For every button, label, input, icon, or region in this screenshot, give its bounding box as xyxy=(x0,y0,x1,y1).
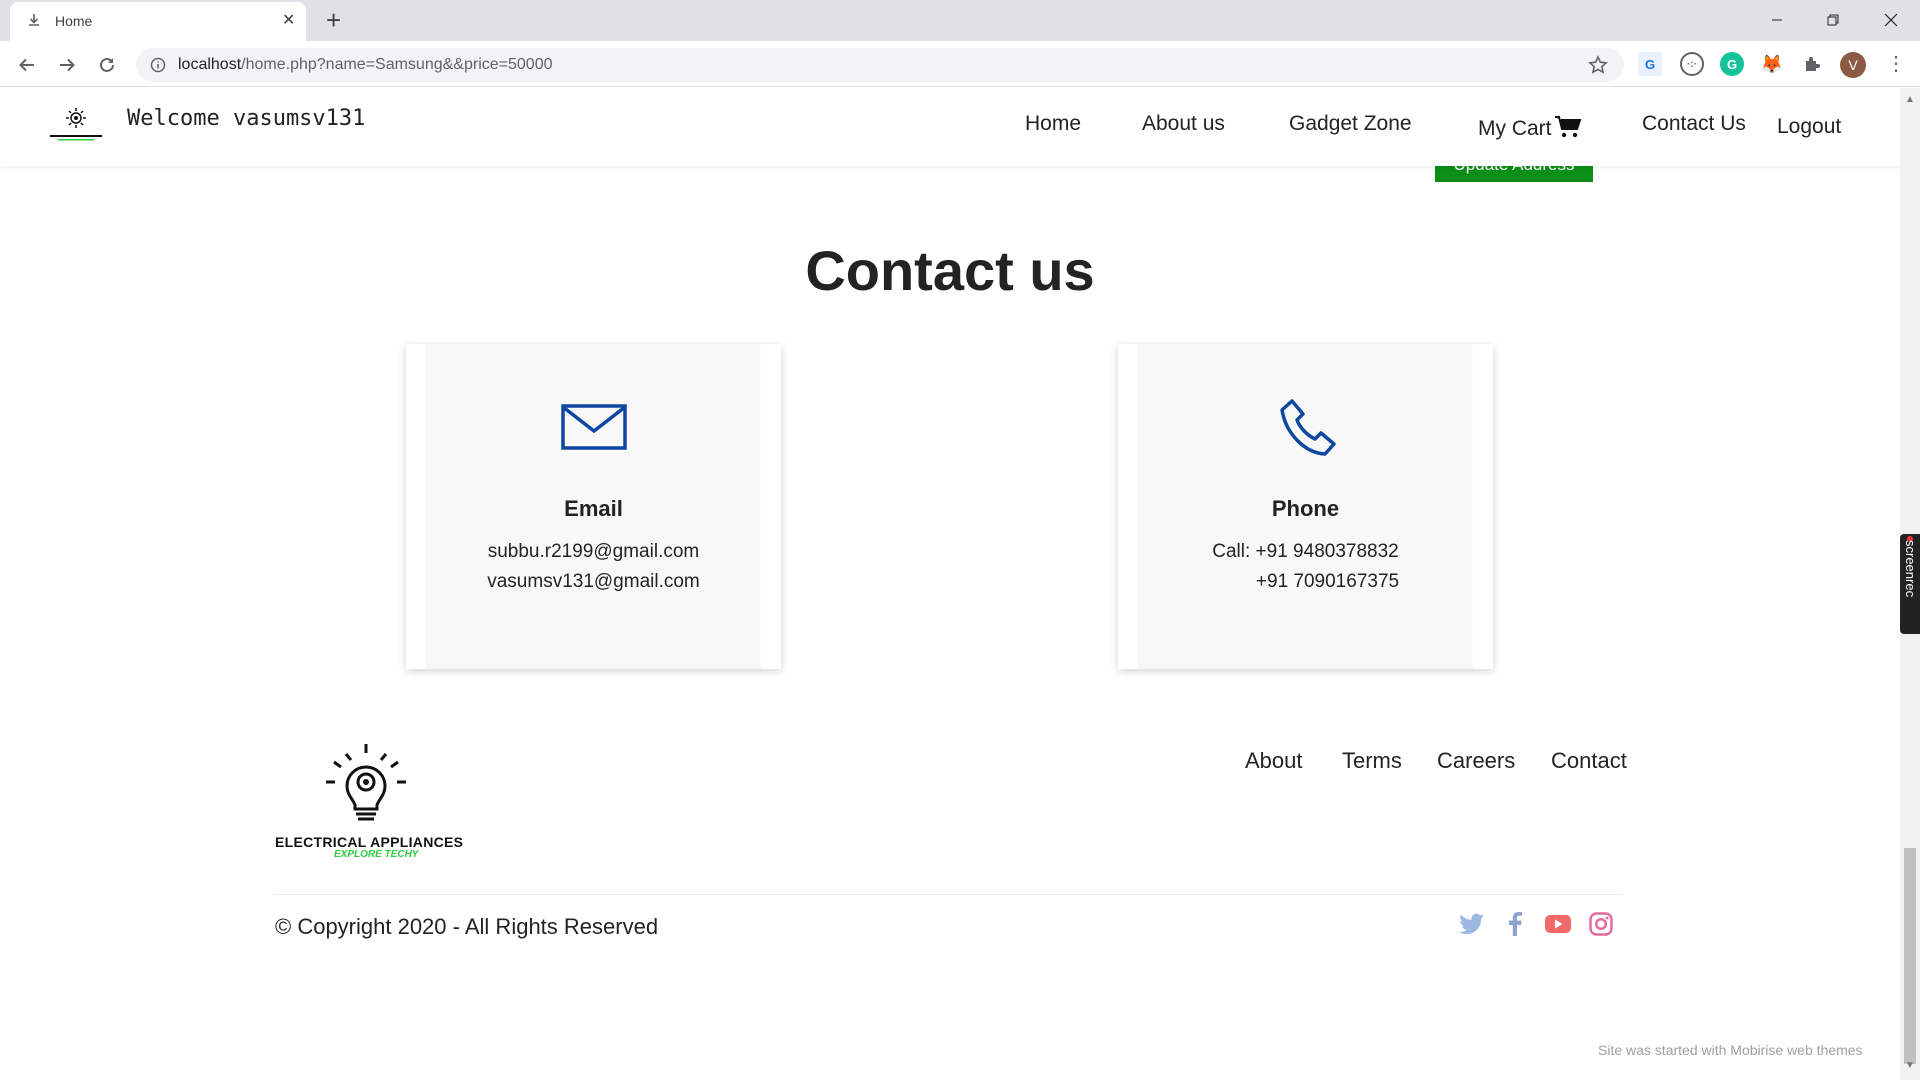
footer-divider xyxy=(274,894,1622,895)
welcome-message: Welcome vasumsv131 xyxy=(127,106,366,131)
close-window-icon[interactable] xyxy=(1868,4,1914,36)
new-tab-button[interactable]: + xyxy=(326,6,341,34)
screenrec-label: screenrec xyxy=(1903,540,1918,598)
page-viewport: Welcome vasumsv131 Home About us Gadget … xyxy=(0,88,1900,1080)
nav-my-cart[interactable]: My Cart xyxy=(1478,115,1582,141)
footer-link-about[interactable]: About xyxy=(1245,748,1303,774)
phone-card: Phone Call: +91 9480378832 +91 709016737… xyxy=(1118,344,1493,669)
scroll-down-arrow-icon[interactable]: ▼ xyxy=(1905,1060,1915,1071)
metamask-fox-icon[interactable]: 🦊 xyxy=(1760,52,1784,76)
footer-link-contact[interactable]: Contact xyxy=(1551,748,1627,774)
grammarly-icon[interactable]: G xyxy=(1720,52,1744,76)
nav-about[interactable]: About us xyxy=(1142,112,1225,136)
browser-tab[interactable]: Home ✕ xyxy=(10,2,306,41)
back-icon[interactable] xyxy=(13,51,41,79)
scroll-up-arrow-icon[interactable]: ▲ xyxy=(1905,94,1915,105)
copyright-text: © Copyright 2020 - All Rights Reserved xyxy=(275,914,659,939)
restore-icon[interactable] xyxy=(1810,4,1856,36)
browser-toolbar: localhost/home.php?name=Samsung&&price=5… xyxy=(0,41,1920,87)
phone-number-2[interactable]: +91 7090167375 xyxy=(1140,571,1515,593)
brand-logo[interactable] xyxy=(44,102,108,150)
footer-logo-text: ELECTRICAL APPLIANCES xyxy=(275,834,464,850)
forward-icon[interactable] xyxy=(53,51,81,79)
phone-title: Phone xyxy=(1271,496,1340,521)
scrollbar-thumb[interactable] xyxy=(1904,848,1916,1064)
nav-contact[interactable]: Contact Us xyxy=(1642,112,1746,136)
phone-number-1[interactable]: Call: +91 9480378832 xyxy=(1118,541,1493,563)
nav-my-cart-label: My Cart xyxy=(1478,117,1552,140)
url-text[interactable]: localhost/home.php?name=Samsung&&price=5… xyxy=(178,56,552,74)
email-address-2[interactable]: vasumsv131@gmail.com xyxy=(406,571,781,593)
site-info-icon[interactable] xyxy=(150,57,166,73)
facebook-icon[interactable] xyxy=(1501,910,1529,938)
phone-icon xyxy=(1118,398,1493,458)
url-path: /home.php?name=Samsung&&price=50000 xyxy=(241,56,553,73)
youtube-icon[interactable] xyxy=(1544,910,1572,938)
url-host: localhost xyxy=(178,56,242,73)
google-translate-icon[interactable]: G xyxy=(1638,52,1662,76)
email-card: Email subbu.r2199@gmail.com vasumsv131@g… xyxy=(406,344,781,669)
footer-link-careers[interactable]: Careers xyxy=(1437,748,1515,774)
contact-section-title: Contact us xyxy=(805,239,1095,302)
footer-link-terms[interactable]: Terms xyxy=(1342,748,1402,774)
site-navbar: Welcome vasumsv131 Home About us Gadget … xyxy=(0,88,1900,166)
tab-title: Home xyxy=(55,13,93,29)
footer-logo[interactable]: ELECTRICAL APPLIANCES EXPLORE TECHY xyxy=(274,742,470,862)
browser-tabstrip: Home ✕ + xyxy=(0,0,1920,41)
nav-gadget-zone[interactable]: Gadget Zone xyxy=(1289,112,1412,136)
email-title: Email xyxy=(564,496,623,521)
email-address-1[interactable]: subbu.r2199@gmail.com xyxy=(406,541,781,563)
screenrec-widget[interactable]: screenrec xyxy=(1900,534,1920,634)
tab-close-icon[interactable]: ✕ xyxy=(282,11,295,31)
bookmark-star-icon[interactable] xyxy=(1588,55,1608,75)
instagram-icon[interactable] xyxy=(1587,910,1615,938)
download-icon xyxy=(29,14,39,26)
envelope-icon xyxy=(406,404,781,464)
minimize-icon[interactable] xyxy=(1754,4,1800,36)
nav-home[interactable]: Home xyxy=(1025,112,1081,136)
footer-logo-tagline: EXPLORE TECHY xyxy=(334,849,419,860)
reload-icon[interactable] xyxy=(93,51,121,79)
browser-menu-icon[interactable]: ⋮ xyxy=(1884,52,1908,76)
logout-link[interactable]: Logout xyxy=(1777,115,1841,139)
profile-avatar[interactable]: V xyxy=(1840,52,1866,78)
address-bar[interactable]: localhost/home.php?name=Samsung&&price=5… xyxy=(136,48,1624,82)
twitter-icon[interactable] xyxy=(1458,910,1486,938)
mobirise-credit-link[interactable]: Site was started with Mobirise web theme… xyxy=(1598,1042,1863,1058)
shopping-cart-icon xyxy=(1554,116,1581,138)
extensions-puzzle-icon[interactable] xyxy=(1800,52,1824,76)
code-extension-icon[interactable]: ·:· xyxy=(1680,52,1704,76)
